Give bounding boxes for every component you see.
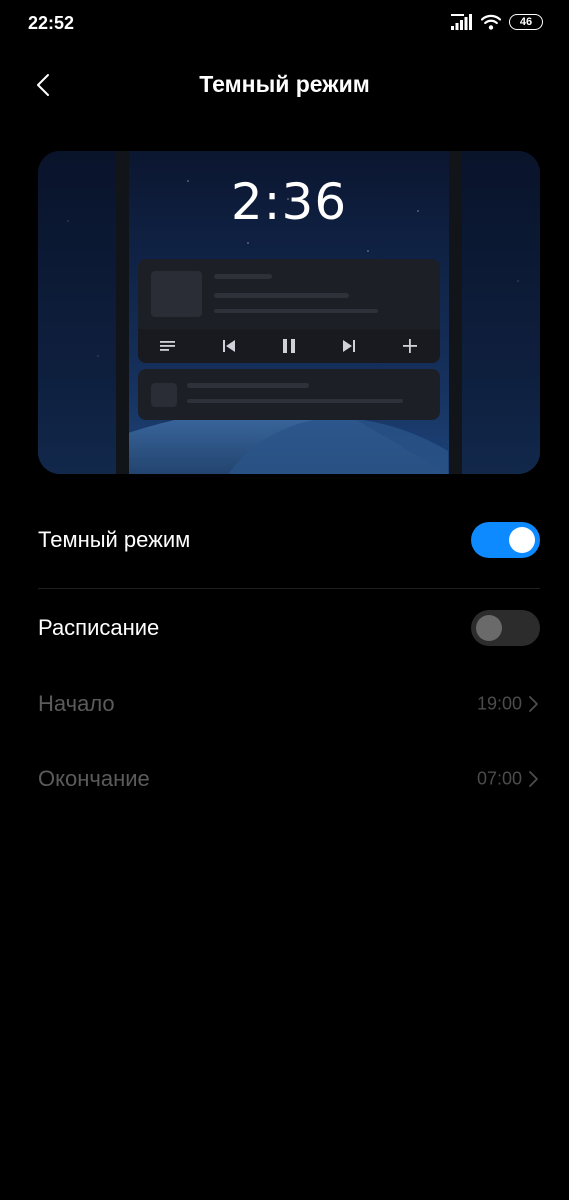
- battery-icon: 46: [509, 14, 543, 30]
- schedule-toggle[interactable]: [471, 610, 540, 646]
- start-time-label: Начало: [38, 691, 115, 716]
- page-title: Темный режим: [199, 71, 370, 97]
- header: Темный режим: [0, 60, 569, 110]
- placeholder-line: [214, 274, 272, 279]
- end-time-label: Окончание: [38, 766, 150, 791]
- add-icon: [399, 335, 421, 357]
- preview-clock: 2:36: [230, 173, 348, 231]
- placeholder-line: [187, 383, 309, 388]
- schedule-label: Расписание: [38, 615, 160, 640]
- divider: [38, 588, 540, 589]
- dark-mode-toggle[interactable]: [471, 522, 540, 558]
- placeholder-line: [214, 309, 378, 313]
- placeholder-line: [214, 293, 349, 298]
- dark-mode-label: Темный режим: [38, 527, 191, 552]
- toggle-knob: [476, 615, 502, 641]
- dark-mode-preview: 2:36: [38, 151, 540, 474]
- start-time-row[interactable]: Начало 19:00: [38, 674, 540, 734]
- status-time: 22:52: [28, 13, 75, 33]
- status-bar: 22:52 46: [0, 0, 569, 46]
- preview-media-notification: [138, 259, 440, 363]
- status-icons: 46: [451, 14, 543, 30]
- battery-level: 46: [519, 15, 533, 28]
- notification-thumbnail: [151, 383, 177, 407]
- playlist-icon: [157, 335, 179, 357]
- wifi-icon: [481, 14, 501, 30]
- end-time-row[interactable]: Окончание 07:00: [38, 749, 540, 809]
- schedule-row[interactable]: Расписание: [38, 598, 540, 658]
- start-time-value: 19:00: [476, 693, 522, 714]
- signal-icon: [451, 14, 472, 30]
- pause-icon: [278, 335, 300, 357]
- chevron-right-icon: [529, 696, 538, 712]
- dark-mode-row[interactable]: Темный режим: [38, 510, 540, 570]
- media-thumbnail: [151, 271, 202, 317]
- media-controls: [138, 329, 440, 363]
- end-time-value: 07:00: [476, 768, 522, 789]
- placeholder-line: [187, 399, 403, 403]
- previous-icon: [218, 335, 240, 357]
- next-icon: [338, 335, 360, 357]
- chevron-right-icon: [529, 771, 538, 787]
- preview-notification: [138, 369, 440, 420]
- toggle-knob: [509, 527, 535, 553]
